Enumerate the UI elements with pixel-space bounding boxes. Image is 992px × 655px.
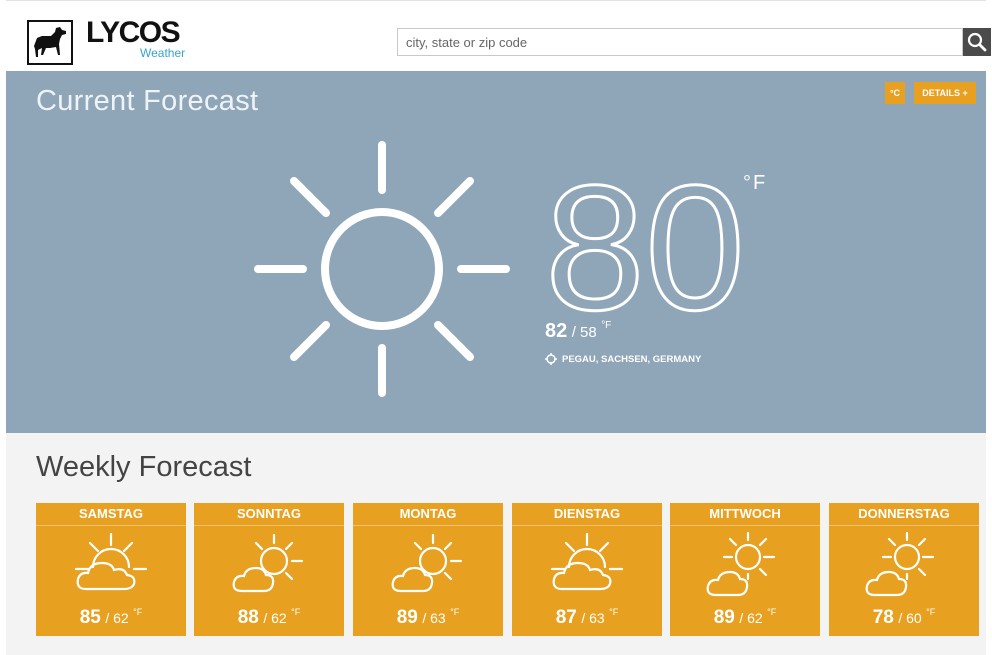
day-name: DONNERSTAG — [829, 503, 979, 526]
day-name: MITTWOCH — [670, 503, 820, 526]
day-high: 87 — [555, 607, 577, 628]
sun-icon — [254, 141, 510, 397]
partly-cloudy-icon — [74, 532, 148, 591]
logo-wordmark[interactable]: LYCOS — [86, 18, 181, 48]
sun-cloud-icon — [865, 531, 935, 597]
partly-cloudy-icon — [550, 532, 624, 591]
current-high: 82 — [545, 320, 568, 342]
day-name: SONNTAG — [194, 503, 344, 526]
day-low: / 62 — [739, 610, 763, 626]
partly-cloudy-icon — [232, 533, 304, 593]
details-button[interactable]: DETAILS + — [914, 82, 976, 104]
sun-cloud-icon — [706, 531, 776, 597]
day-temp: 85 / 62 °F — [36, 607, 186, 629]
day-card-dienstag[interactable]: DIENSTAG 87 / 63 °F — [512, 503, 662, 636]
current-low: / 58 — [571, 324, 597, 341]
search-input[interactable] — [397, 28, 963, 56]
day-temp: 88 / 62 °F — [194, 607, 344, 629]
day-unit: °F — [609, 607, 619, 617]
day-high: 85 — [79, 607, 101, 628]
magnifier-icon — [967, 32, 987, 52]
day-name: DIENSTAG — [512, 503, 662, 526]
location-label: PEGAU, SACHSEN, GERMANY — [562, 353, 702, 365]
weekly-forecast-title: Weekly Forecast — [36, 451, 252, 483]
header: LYCOS Weather — [6, 8, 991, 71]
day-temp: 87 / 63 °F — [512, 607, 662, 629]
day-low: / 63 — [422, 610, 446, 626]
day-unit: °F — [133, 607, 143, 617]
day-card-montag[interactable]: MONTAG 89 / 63 °F — [353, 503, 503, 636]
current-temperature-unit: °F — [743, 172, 768, 194]
day-low: / 62 — [263, 610, 287, 626]
day-high: 78 — [872, 607, 894, 628]
current-high-low: 82 / 58 °F — [545, 320, 611, 343]
day-temp: 89 / 62 °F — [670, 607, 820, 629]
current-temperature-value: 80 — [545, 171, 745, 316]
current-forecast-panel: Current Forecast °C DETAILS + 80 °F 82 /… — [6, 71, 986, 433]
day-temp: 78 / 60 °F — [829, 607, 979, 629]
day-unit: °F — [926, 607, 936, 617]
day-low: / 62 — [105, 610, 129, 626]
celsius-toggle-button[interactable]: °C — [885, 82, 905, 104]
day-unit: °F — [450, 607, 460, 617]
day-high: 89 — [713, 607, 735, 628]
weekly-forecast-panel: Weekly Forecast SAMSTAG 85 / 62 °F SONNT… — [6, 433, 986, 655]
partly-cloudy-icon — [391, 533, 463, 593]
day-high: 88 — [237, 607, 259, 628]
day-card-samstag[interactable]: SAMSTAG 85 / 62 °F — [36, 503, 186, 636]
day-name: SAMSTAG — [36, 503, 186, 526]
current-high-low-unit: °F — [601, 320, 612, 331]
day-high: 89 — [396, 607, 418, 628]
day-card-sonntag[interactable]: SONNTAG 88 / 62 °F — [194, 503, 344, 636]
logo-dog-icon[interactable] — [27, 20, 73, 65]
day-unit: °F — [291, 607, 301, 617]
day-card-donnerstag[interactable]: DONNERSTAG 78 / 60 °F — [829, 503, 979, 636]
day-card-mittwoch[interactable]: MITTWOCH 89 / 62 °F — [670, 503, 820, 636]
current-forecast-title: Current Forecast — [36, 85, 259, 117]
day-unit: °F — [767, 607, 777, 617]
day-temp: 89 / 63 °F — [353, 607, 503, 629]
current-temperature: 80 — [544, 171, 747, 316]
search-button[interactable] — [963, 28, 991, 56]
day-low: / 63 — [581, 610, 605, 626]
location-target-icon — [545, 353, 557, 365]
day-name: MONTAG — [353, 503, 503, 526]
location[interactable]: PEGAU, SACHSEN, GERMANY — [545, 353, 701, 365]
day-low: / 60 — [898, 610, 922, 626]
logo-subtitle: Weather — [140, 46, 186, 60]
